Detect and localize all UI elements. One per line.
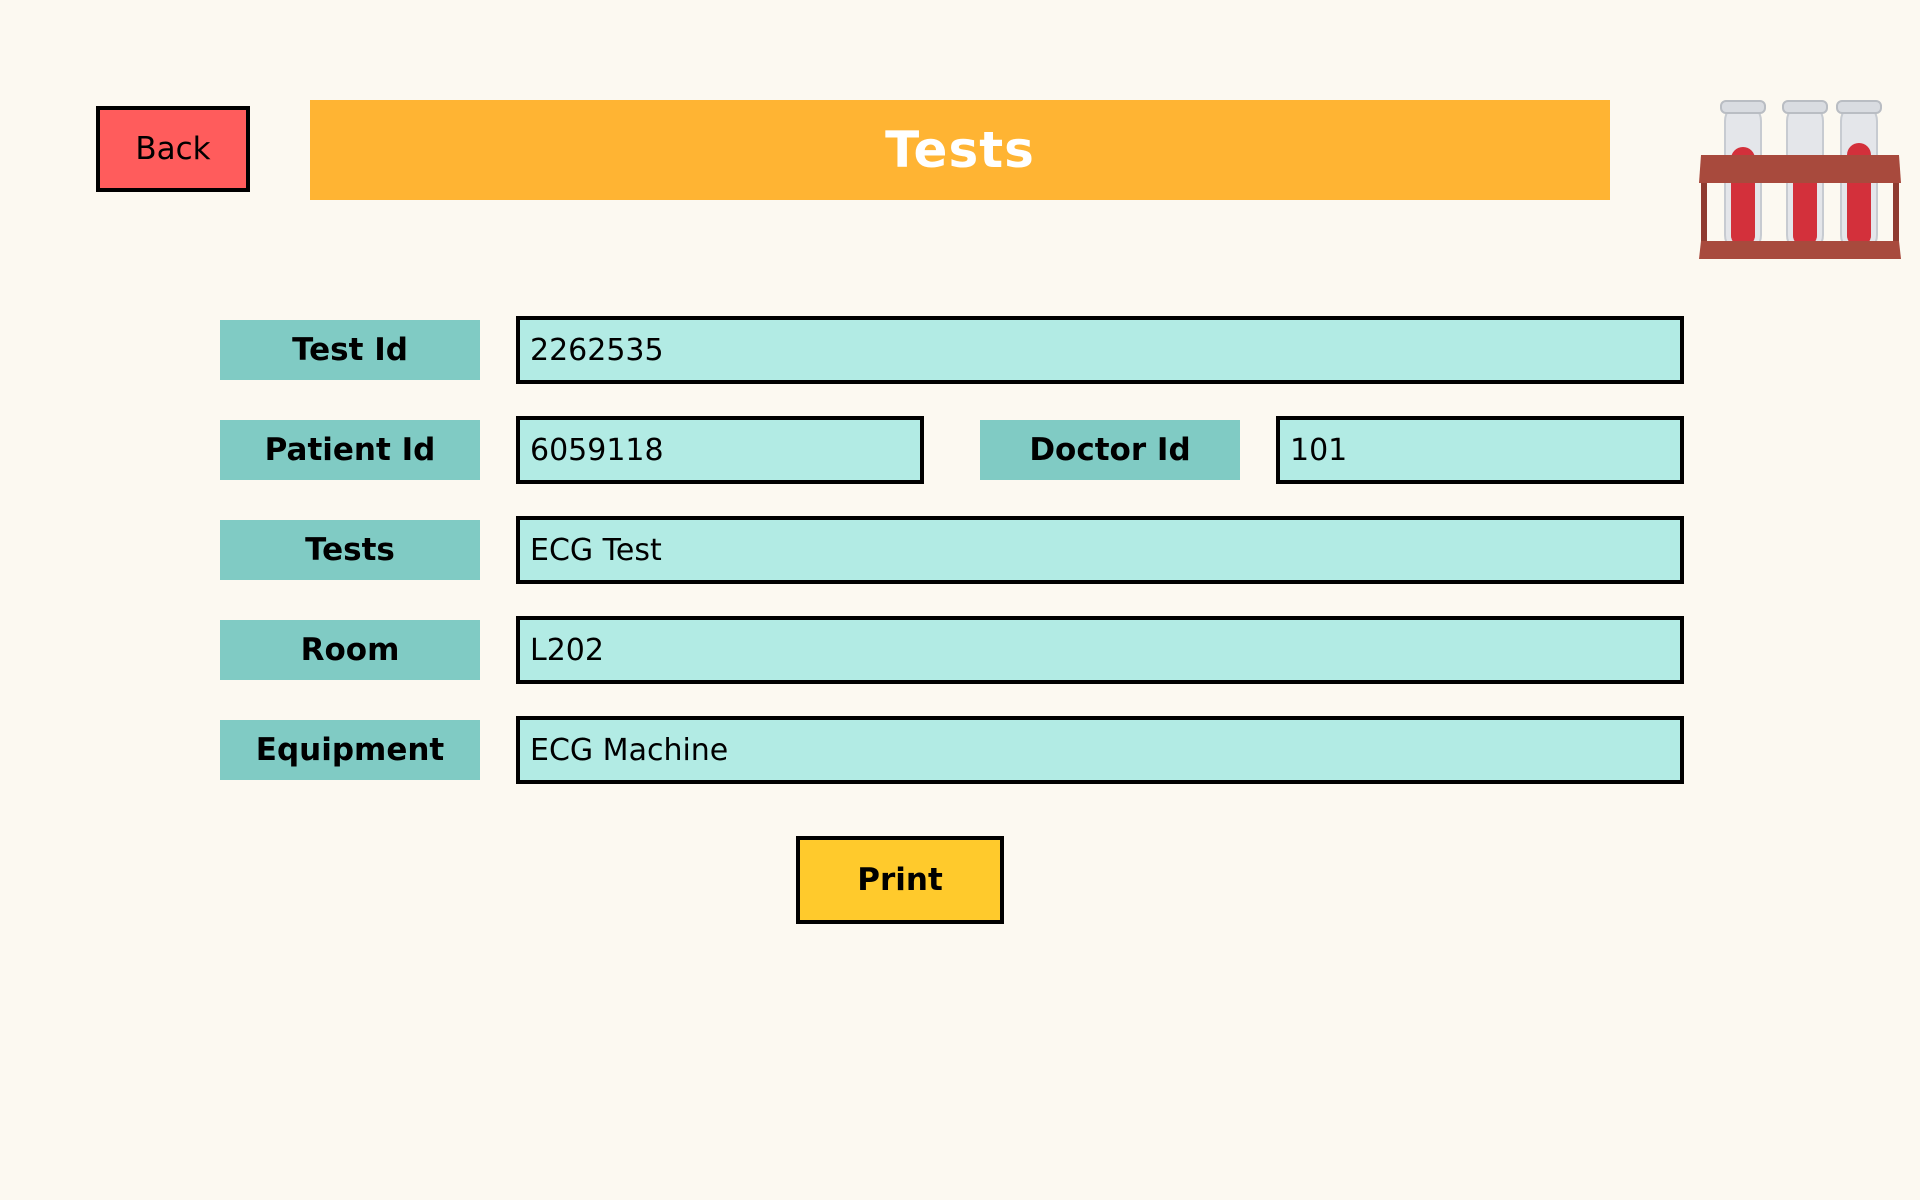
doctor-id-label: Doctor Id [980,420,1240,480]
patient-id-field[interactable]: 6059118 [516,416,924,484]
page-title: Tests [885,121,1035,179]
equipment-label: Equipment [220,720,480,780]
test-id-label: Test Id [220,320,480,380]
tests-label: Tests [220,520,480,580]
doctor-id-field[interactable]: 101 [1276,416,1684,484]
tests-field[interactable]: ECG Test [516,516,1684,584]
patient-id-label: Patient Id [220,420,480,480]
test-tubes-rack-icon [1699,100,1901,259]
back-button[interactable]: Back [96,106,250,192]
room-label: Room [220,620,480,680]
title-bar: Tests [310,100,1610,200]
test-id-field[interactable]: 2262535 [516,316,1684,384]
equipment-field[interactable]: ECG Machine [516,716,1684,784]
print-button[interactable]: Print [796,836,1004,924]
room-field[interactable]: L202 [516,616,1684,684]
